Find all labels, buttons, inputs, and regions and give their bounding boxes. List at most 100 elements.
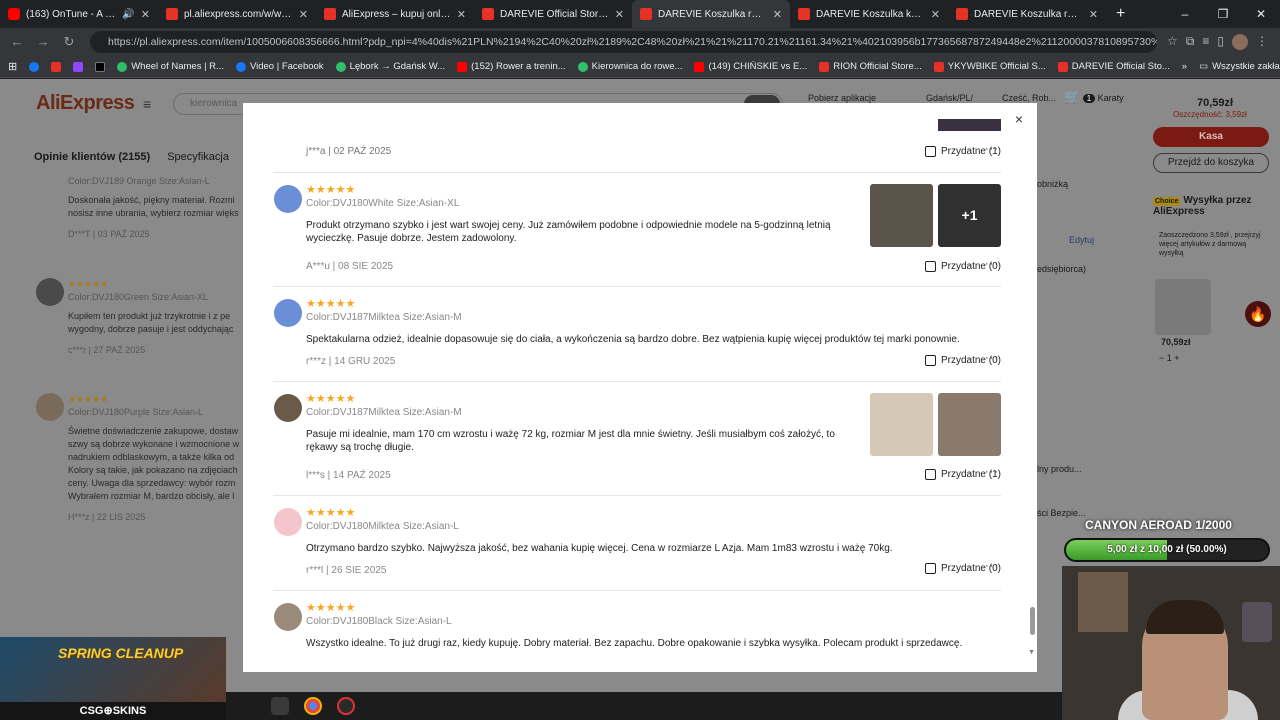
close-window-icon[interactable]: ✕	[1242, 0, 1280, 28]
edit-link[interactable]: Edytuj	[1069, 235, 1094, 245]
app-download-link[interactable]: Pobierz aplikacje	[808, 93, 876, 103]
profile-avatar[interactable]	[1232, 34, 1248, 50]
quantity-stepper[interactable]: − 1 +	[1159, 353, 1180, 363]
more-options-icon[interactable]: ···	[985, 258, 999, 270]
close-tab-icon[interactable]: ✕	[773, 8, 782, 21]
wall-poster	[1078, 572, 1128, 632]
checkout-button[interactable]: Kasa	[1153, 127, 1269, 147]
bookmarks-overflow[interactable]: »	[1182, 61, 1187, 72]
maximize-icon[interactable]: ❐	[1204, 0, 1242, 28]
review-meta: D***T | 03 PAŹ 2025	[68, 229, 150, 239]
close-icon[interactable]: ×	[1011, 111, 1027, 127]
webcam-overlay	[1062, 566, 1280, 720]
bookmark[interactable]	[95, 61, 106, 72]
bookmark[interactable]: YKYWBIKE Official S...	[933, 61, 1046, 72]
obs-icon[interactable]	[337, 697, 355, 715]
bookmark[interactable]	[29, 61, 40, 72]
close-tab-icon[interactable]: ✕	[457, 8, 466, 21]
close-tab-icon[interactable]: ✕	[615, 8, 624, 21]
forward-icon[interactable]: →	[32, 31, 54, 53]
tab-reviews[interactable]: Opinie klientów (2155)	[34, 151, 150, 163]
scroll-down-icon[interactable]: ▼	[1028, 649, 1035, 656]
address-bar[interactable]: https://pl.aliexpress.com/item/100500660…	[90, 31, 1158, 53]
folder-icon: ▭	[1199, 61, 1209, 72]
scrollbar-thumb[interactable]	[1030, 607, 1035, 635]
media-icon[interactable]: ≡	[1202, 34, 1209, 50]
close-tab-icon[interactable]: ✕	[141, 8, 150, 21]
aliexpress-logo[interactable]: AliExpress	[36, 92, 135, 115]
fire-icon[interactable]: 🔥	[1245, 301, 1271, 327]
bookmark[interactable]: Video | Facebook	[235, 61, 324, 72]
review-sku: Color:DVJ189 Orange Size:Asian-L	[68, 176, 210, 186]
browser-tab[interactable]: AliExpress – kupuj online produ ✕	[316, 0, 474, 28]
more-options-icon[interactable]: ···	[985, 560, 999, 572]
cart-product-thumbnail[interactable]	[1155, 279, 1211, 335]
browser-tab[interactable]: DAREVIE Official Store - Detalic ✕	[474, 0, 632, 28]
all-bookmarks[interactable]: ▭Wszystkie zakładki	[1199, 61, 1280, 72]
review-text: Świetne doświadczenie zakupowe, dostaw	[68, 426, 239, 436]
browser-tab[interactable]: DAREVIE Koszulka rowerowa m ✕	[948, 0, 1106, 28]
bookmark[interactable]: Kierownica do rowe...	[577, 61, 682, 72]
close-tab-icon[interactable]: ✕	[299, 8, 308, 21]
location-selector[interactable]: Gdańsk/PL/	[926, 93, 973, 103]
bookmark[interactable]	[73, 61, 84, 72]
bookmark-star-icon[interactable]: ☆	[1167, 34, 1178, 50]
review-sku: Color:DVJ180Milktea Size:Asian-L	[306, 521, 459, 532]
review-item: ★★★★★ Color:DVJ180Black Size:Asian-L Wsz…	[273, 590, 1001, 672]
review-photo[interactable]	[870, 184, 933, 247]
hamburger-icon[interactable]: ≡	[143, 96, 151, 112]
tab-title: AliExpress – kupuj online produ	[342, 8, 451, 20]
terminal-icon[interactable]	[271, 697, 289, 715]
avatar	[274, 603, 302, 631]
bookmark[interactable]: (149) CHIŃSKIE vs E...	[694, 61, 807, 72]
aliexpress-icon	[324, 8, 336, 20]
review-sku: Color:DVJ187Milktea Size:Asian-M	[306, 407, 462, 418]
browser-tab-active[interactable]: DAREVIE Koszulka rowerowa m ✕	[632, 0, 790, 28]
sidebar-icon[interactable]: ▯	[1217, 34, 1224, 50]
review-sku: Color:DVJ180White Size:Asian-XL	[306, 198, 460, 209]
more-options-icon[interactable]: ···	[985, 466, 999, 478]
browser-tab[interactable]: DAREVIE Koszulka kolarska SPI ✕	[790, 0, 948, 28]
back-icon[interactable]: ←	[6, 31, 28, 53]
review-text: Otrzymano bardzo szybko. Najwyższa jakoś…	[306, 543, 893, 554]
twitch-icon	[73, 61, 84, 72]
background-review: ★★★★★ Color:DVJ180Purple Size:Asian-L Św…	[36, 393, 243, 524]
more-photos-button[interactable]: +1	[938, 184, 1001, 247]
close-tab-icon[interactable]: ✕	[931, 8, 940, 21]
go-to-cart-button[interactable]: Przejdź do koszyka	[1153, 153, 1269, 173]
menu-icon[interactable]: ⋮	[1256, 34, 1268, 50]
tab-specification[interactable]: Specyfikacja	[167, 151, 229, 163]
review-text: Kupiłem ten produkt już trzykrotnie i z …	[68, 311, 231, 321]
bookmark[interactable]: RION Official Store...	[819, 61, 922, 72]
review-photo[interactable]	[870, 393, 933, 456]
review-photo[interactable]	[938, 119, 1001, 131]
speaker-icon[interactable]: 🔊	[122, 9, 134, 20]
thumbs-up-icon	[924, 146, 936, 157]
close-tab-icon[interactable]: ✕	[1089, 8, 1098, 21]
star-rating: ★★★★★	[306, 393, 356, 405]
more-options-icon[interactable]: ···	[985, 352, 999, 364]
reload-icon[interactable]: ↻	[58, 31, 80, 53]
apps-icon[interactable]: ⊞	[8, 60, 17, 73]
review-photo[interactable]	[938, 393, 1001, 456]
bookmark[interactable]	[51, 61, 62, 72]
review-text: ceny. Uwaga dla sprzedawcy: wybór rozm	[68, 478, 236, 488]
extensions-icon[interactable]: ⧉	[1186, 34, 1195, 50]
tab-title: DAREVIE Koszulka kolarska SPI	[816, 8, 925, 20]
minimize-icon[interactable]: –	[1166, 0, 1204, 28]
browser-tab[interactable]: (163) OnTune - A State of T 🔊 ✕	[0, 0, 158, 28]
bookmark[interactable]: (152) Rower a trenin...	[457, 61, 566, 72]
bookmark-label: RION Official Store...	[833, 61, 922, 72]
detail-text: edsiębiorca)	[1037, 264, 1087, 274]
streamer-hair	[1146, 600, 1224, 634]
youtube-icon	[694, 61, 705, 72]
more-options-icon[interactable]: ···	[985, 143, 999, 155]
bookmark[interactable]: Lębork → Gdańsk W...	[335, 61, 445, 72]
chrome-icon[interactable]	[304, 697, 322, 715]
avatar	[274, 299, 302, 327]
browser-tab[interactable]: pl.aliexpress.com/w/wholesale- ✕	[158, 0, 316, 28]
avatar	[274, 185, 302, 213]
bookmark[interactable]: DAREVIE Official Sto...	[1057, 61, 1170, 72]
new-tab-button[interactable]: +	[1106, 5, 1135, 23]
bookmark[interactable]: Wheel of Names | R...	[117, 61, 224, 72]
